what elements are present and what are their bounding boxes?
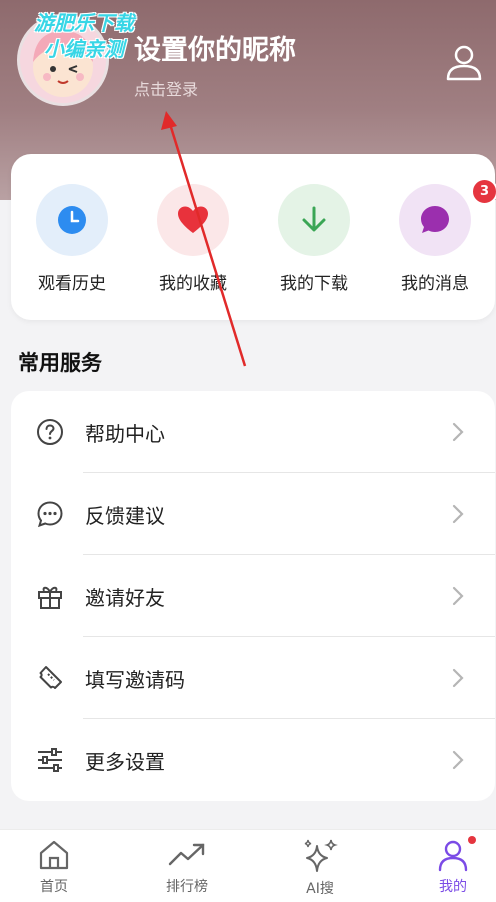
services-card: 帮助中心 反馈建议 邀请好友 填写邀请码 更多设置 (11, 391, 495, 801)
service-item-label: 更多设置 (85, 750, 165, 774)
history-icon-circle (36, 184, 108, 256)
tab-label: 排行榜 (166, 879, 208, 895)
tab-mine[interactable]: 我的 (403, 838, 496, 900)
service-item-feedback[interactable]: 反馈建议 (11, 473, 495, 555)
quick-action-label: 观看历史 (38, 274, 106, 294)
user-icon (438, 840, 468, 872)
messages-icon-circle: 3 (399, 178, 496, 256)
home-icon (39, 840, 69, 870)
watermark-line-1: 游肥乐下载 (34, 11, 134, 35)
tab-label: 首页 (40, 879, 68, 895)
nickname-title[interactable]: 设置你的昵称 (134, 28, 296, 67)
chevron-right-icon (452, 422, 464, 442)
watermark-line-2: 小编亲测 (44, 37, 124, 61)
tab-label: AI搜 (306, 881, 334, 897)
quick-action-messages[interactable]: 3 我的消息 (380, 178, 496, 294)
chevron-right-icon (452, 504, 464, 524)
service-item-invite[interactable]: 邀请好友 (11, 555, 495, 637)
service-item-label: 邀请好友 (85, 586, 165, 610)
service-item-label: 反馈建议 (85, 504, 165, 528)
help-circle-icon (37, 419, 63, 445)
quick-action-downloads[interactable]: 我的下载 (259, 184, 369, 294)
trending-icon (168, 843, 205, 866)
sliders-icon (38, 748, 62, 772)
chevron-right-icon (452, 668, 464, 688)
chevron-right-icon (452, 586, 464, 606)
service-item-invite-code[interactable]: 填写邀请码 (11, 637, 495, 719)
services-section-title: 常用服务 (18, 351, 102, 375)
watermark: 游肥乐下载 小编亲测 (14, 10, 154, 62)
heart-icon (178, 206, 208, 233)
message-icon (421, 206, 449, 233)
login-link[interactable]: 点击登录 (134, 76, 198, 100)
message-count-badge: 3 (471, 178, 496, 205)
quick-action-label: 我的下载 (280, 274, 348, 294)
quick-action-favorites[interactable]: 我的收藏 (138, 184, 248, 294)
service-item-settings[interactable]: 更多设置 (11, 719, 495, 801)
quick-actions-card: 观看历史 我的收藏 我的下载 3 我的消息 (11, 154, 496, 320)
clock-icon (58, 206, 86, 234)
quick-action-history[interactable]: 观看历史 (17, 184, 127, 294)
tab-label: 我的 (439, 879, 467, 895)
service-item-help[interactable]: 帮助中心 (11, 391, 495, 473)
gift-icon (38, 586, 62, 609)
favorites-icon-circle (157, 184, 229, 256)
tab-home[interactable]: 首页 (4, 838, 104, 900)
quick-action-label: 我的收藏 (159, 274, 227, 294)
quick-action-label: 我的消息 (401, 274, 469, 294)
service-item-label: 填写邀请码 (85, 668, 185, 692)
profile-button[interactable] (444, 42, 484, 82)
download-icon (302, 206, 326, 232)
sparkle-icon (304, 839, 338, 872)
chevron-right-icon (452, 750, 464, 770)
ticket-icon (39, 666, 62, 689)
bottom-tab-bar: 首页 排行榜 AI搜 我的 (0, 829, 496, 902)
chat-bubble-icon (37, 501, 63, 528)
service-item-label: 帮助中心 (85, 422, 165, 446)
tab-ai-search[interactable]: AI搜 (270, 838, 370, 900)
user-outline-icon (446, 45, 482, 81)
notification-dot (468, 836, 476, 844)
tab-ranking[interactable]: 排行榜 (137, 838, 237, 900)
downloads-icon-circle (278, 184, 350, 256)
